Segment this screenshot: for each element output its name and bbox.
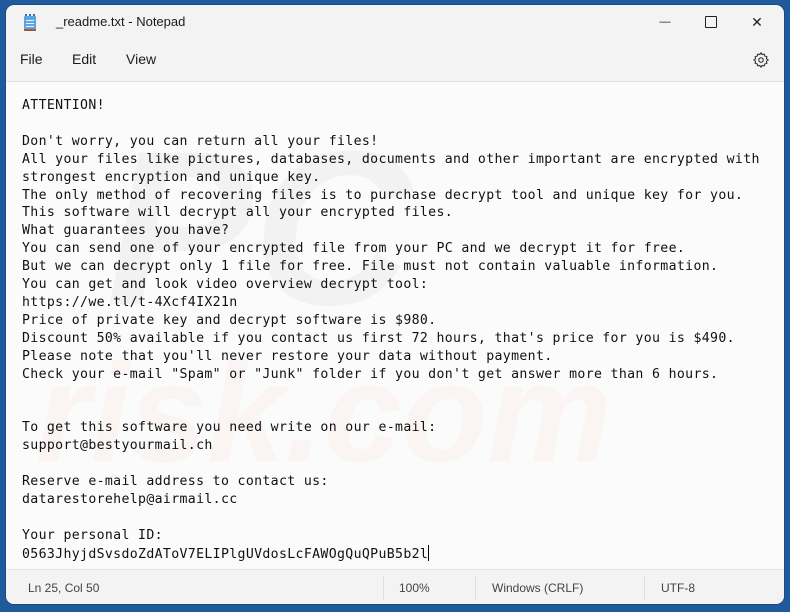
text-line: All your files like pictures, databases,… xyxy=(22,151,760,167)
text-line: You can get and look video overview decr… xyxy=(22,277,429,293)
status-divider xyxy=(475,576,476,600)
encoding: UTF-8 xyxy=(661,581,695,595)
text-line: datarestorehelp@airmail.cc xyxy=(22,491,238,507)
notepad-icon xyxy=(23,14,37,32)
settings-button[interactable] xyxy=(752,51,770,69)
cursor-position: Ln 25, Col 50 xyxy=(28,581,100,595)
text-line: Don't worry, you can return all your fil… xyxy=(22,133,379,149)
text-caret xyxy=(428,544,430,561)
text-line: You can send one of your encrypted file … xyxy=(22,241,686,257)
text-line: Discount 50% available if you contact us… xyxy=(22,330,735,346)
menu-edit[interactable]: Edit xyxy=(72,51,96,67)
text-line: But we can decrypt only 1 file for free.… xyxy=(22,259,719,275)
minimize-icon: — xyxy=(659,16,671,28)
text-editor[interactable]: PC risk.com ATTENTION! Don't worry, you … xyxy=(6,82,784,569)
menu-bar: File Edit View xyxy=(6,39,784,82)
notepad-window: _readme.txt - Notepad — ✕ File Edit View… xyxy=(6,5,784,604)
text-line: To get this software you need write on o… xyxy=(22,420,437,436)
status-bar: Ln 25, Col 50 100% Windows (CRLF) UTF-8 xyxy=(6,569,784,604)
text-line: Price of private key and decrypt softwar… xyxy=(22,312,437,328)
text-line: 0563JhyjdSvsdoZdAToV7ELIPlgUVdosLcFAWOgQ… xyxy=(22,546,429,562)
status-divider xyxy=(644,576,645,600)
menu-view[interactable]: View xyxy=(126,51,156,67)
text-line: Reserve e-mail address to contact us: xyxy=(22,474,329,490)
status-divider xyxy=(383,576,384,600)
text-line: strongest encryption and unique key. xyxy=(22,169,321,185)
maximize-icon xyxy=(705,16,717,28)
text-line: https://we.tl/t-4Xcf4IX21n xyxy=(22,294,238,310)
menu-file[interactable]: File xyxy=(20,51,43,67)
text-line: Your personal ID: xyxy=(22,527,163,543)
gear-icon xyxy=(752,51,770,69)
document-text[interactable]: ATTENTION! Don't worry, you can return a… xyxy=(22,97,760,564)
line-ending: Windows (CRLF) xyxy=(492,581,584,595)
close-button[interactable]: ✕ xyxy=(734,5,780,39)
zoom-level: 100% xyxy=(399,581,430,595)
title-bar[interactable]: _readme.txt - Notepad — ✕ xyxy=(6,5,784,39)
minimize-button[interactable]: — xyxy=(642,5,688,39)
text-line: The only method of recovering files is t… xyxy=(22,187,744,203)
text-line: support@bestyourmail.ch xyxy=(22,438,213,454)
text-line: What guarantees you have? xyxy=(22,223,230,239)
text-line: Please note that you'll never restore yo… xyxy=(22,348,553,364)
maximize-button[interactable] xyxy=(688,5,734,39)
window-title: _readme.txt - Notepad xyxy=(56,14,186,29)
text-line: ATTENTION! xyxy=(22,98,105,113)
close-icon: ✕ xyxy=(751,13,763,30)
text-line: Check your e-mail "Spam" or "Junk" folde… xyxy=(22,366,719,382)
text-line: This software will decrypt all your encr… xyxy=(22,205,454,221)
